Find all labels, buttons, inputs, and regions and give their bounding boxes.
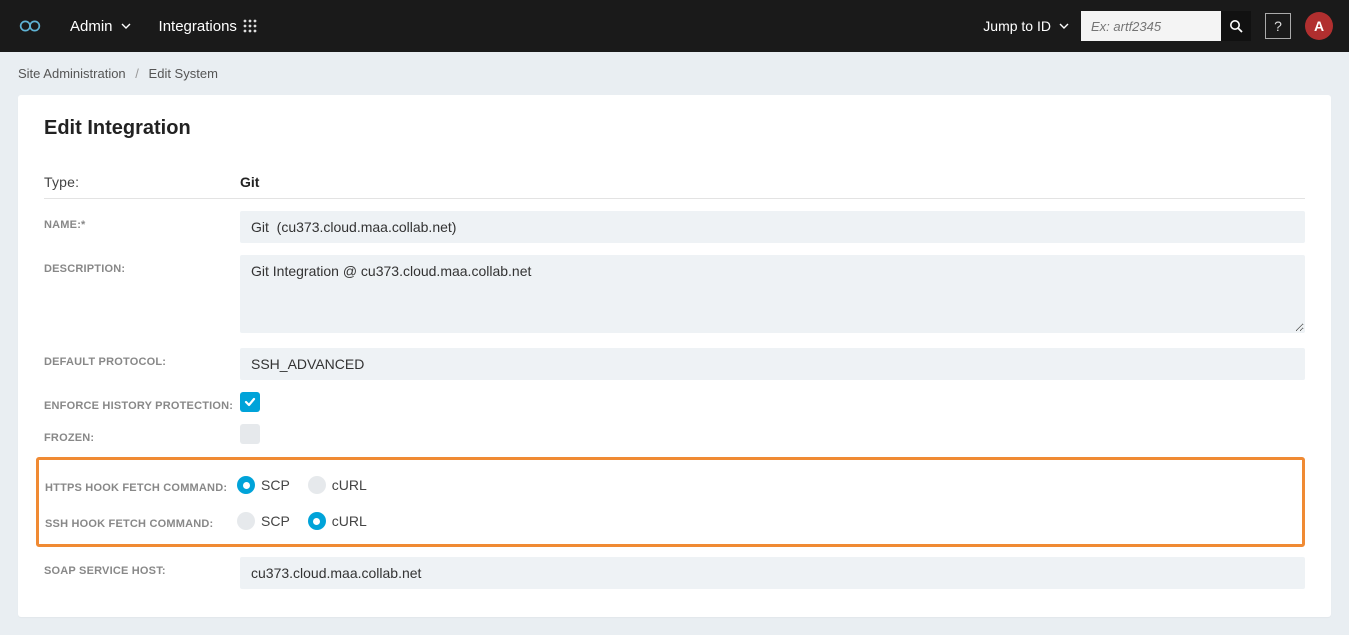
label-https-hook: HTTPS HOOK FETCH COMMAND: [45,474,237,494]
radio-label-https-curl: cURL [332,477,367,493]
search-input[interactable] [1081,11,1221,41]
row-description: DESCRIPTION: [44,249,1305,342]
label-default-protocol: DEFAULT PROTOCOL: [44,348,240,368]
row-soap-host: SOAP SERVICE HOST: [44,551,1305,595]
radio-circle-icon [237,512,255,530]
checkbox-enforce-history[interactable] [240,392,260,412]
radio-ssh-curl[interactable]: cURL [308,512,367,530]
input-name[interactable] [240,211,1305,243]
chevron-down-icon [121,21,131,31]
label-enforce-history: ENFORCE HISTORY PROTECTION: [44,392,240,412]
row-https-hook: HTTPS HOOK FETCH COMMAND: SCP cURL [45,466,1296,502]
label-type: Type: [44,174,240,190]
check-icon [243,395,257,409]
breadcrumb-site-admin[interactable]: Site Administration [18,66,126,81]
row-ssh-hook: SSH HOOK FETCH COMMAND: SCP cURL [45,502,1296,538]
apps-grid-icon [243,19,257,33]
label-soap-host: SOAP SERVICE HOST: [44,557,240,577]
row-name: NAME:* [44,205,1305,249]
radio-circle-icon [308,476,326,494]
logo-icon[interactable] [16,16,42,36]
label-frozen: FROZEN: [44,424,240,444]
search-icon [1229,19,1243,33]
row-frozen: FROZEN: [44,418,1305,453]
radio-https-curl[interactable]: cURL [308,476,367,494]
label-name: NAME:* [44,211,240,231]
radio-group-ssh-hook: SCP cURL [237,510,1296,530]
edit-integration-card: Edit Integration Type: Git NAME:* DESCRI… [18,95,1331,617]
radio-https-scp[interactable]: SCP [237,476,290,494]
jump-to-id-dropdown[interactable]: Jump to ID [971,18,1081,34]
nav-integrations[interactable]: Integrations [159,18,257,35]
radio-circle-icon [237,476,255,494]
label-ssh-hook: SSH HOOK FETCH COMMAND: [45,510,237,530]
breadcrumb: Site Administration / Edit System [0,52,1349,95]
checkbox-frozen[interactable] [240,424,260,444]
hook-commands-highlight: HTTPS HOOK FETCH COMMAND: SCP cURL SSH H… [36,457,1305,547]
help-icon: ? [1274,18,1282,34]
nav-integrations-label: Integrations [159,18,237,35]
topbar: Admin Integrations Jump to ID [0,0,1349,52]
radio-label-ssh-curl: cURL [332,513,367,529]
row-default-protocol: DEFAULT PROTOCOL: [44,342,1305,386]
row-type: Type: Git [44,168,1305,199]
topbar-left: Admin Integrations [16,16,257,36]
radio-label-ssh-scp: SCP [261,513,290,529]
input-default-protocol[interactable] [240,348,1305,380]
radio-circle-icon [308,512,326,530]
value-type: Git [240,174,259,190]
radio-label-https-scp: SCP [261,477,290,493]
topbar-right: Jump to ID ? A [971,11,1333,41]
jump-label-text: Jump to ID [983,18,1051,34]
radio-group-https-hook: SCP cURL [237,474,1296,494]
page-title: Edit Integration [44,117,1305,140]
help-button[interactable]: ? [1265,13,1291,39]
label-description: DESCRIPTION: [44,255,240,275]
nav-admin-label: Admin [70,18,113,35]
textarea-description[interactable] [240,255,1305,333]
input-soap-host[interactable] [240,557,1305,589]
avatar[interactable]: A [1305,12,1333,40]
avatar-initial: A [1314,18,1324,34]
search-button[interactable] [1221,11,1251,41]
chevron-down-icon [1059,21,1069,31]
nav-admin[interactable]: Admin [70,18,131,35]
radio-ssh-scp[interactable]: SCP [237,512,290,530]
breadcrumb-separator: / [135,66,139,81]
row-enforce-history: ENFORCE HISTORY PROTECTION: [44,386,1305,418]
jump-to-id-group: Jump to ID [971,11,1251,41]
breadcrumb-edit-system: Edit System [149,66,218,81]
